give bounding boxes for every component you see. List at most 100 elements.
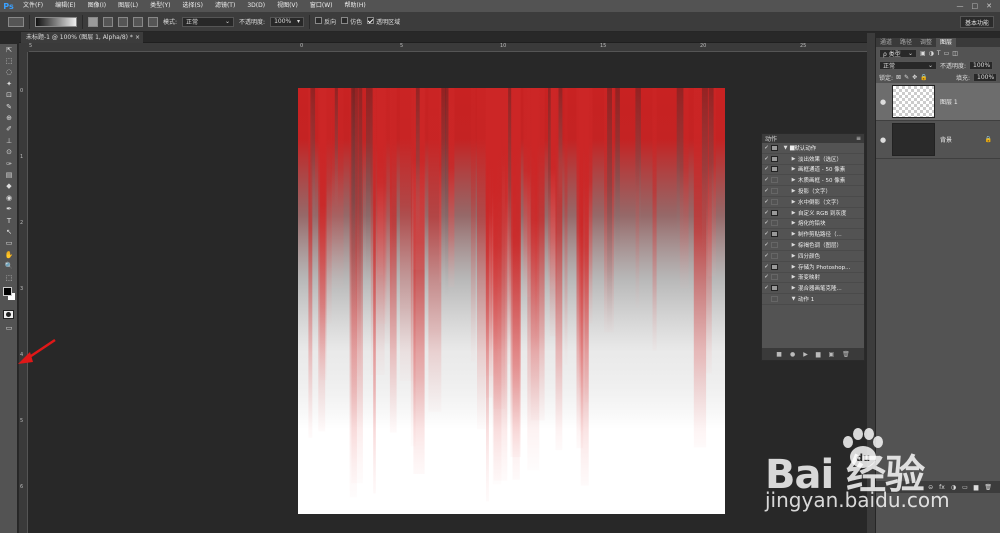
expand-triangle-icon[interactable]: ▶ <box>789 177 798 183</box>
expand-triangle-icon[interactable]: ▶ <box>789 199 798 205</box>
action-row[interactable]: ✓ ▶ 水中倒影（文字） <box>762 197 864 208</box>
tab-0[interactable]: 通道 <box>876 38 896 47</box>
tool-button-6[interactable]: ⊕ <box>0 112 18 123</box>
menu-item-0[interactable]: 文件(F) <box>17 0 49 12</box>
gradient-preview[interactable] <box>35 16 77 27</box>
workspace-button[interactable]: 基本功能 <box>959 16 994 28</box>
action-dialog-toggle[interactable] <box>771 285 778 292</box>
action-row[interactable]: ✓ ▶ 木质画框 - 50 像素 <box>762 175 864 187</box>
action-row[interactable]: ✓ ▼ ▆ 默认动作 <box>762 143 864 154</box>
action-toggle-checkbox[interactable]: ✓ <box>762 242 771 248</box>
action-dialog-toggle[interactable] <box>771 274 778 281</box>
action-dialog-toggle[interactable] <box>771 242 778 249</box>
tool-button-4[interactable]: ⊡ <box>0 90 18 101</box>
tool-button-3[interactable]: ✦ <box>0 78 18 89</box>
eye-icon[interactable]: ● <box>876 98 890 106</box>
foreground-color[interactable] <box>3 287 12 297</box>
menu-item-5[interactable]: 选择(S) <box>176 0 209 12</box>
menu-item-9[interactable]: 窗口(W) <box>304 0 339 12</box>
action-row[interactable]: ✓ ▶ 淡出效果（选区） <box>762 154 864 165</box>
expand-triangle-icon[interactable]: ▶ <box>789 220 798 226</box>
action-toggle-checkbox[interactable]: ✓ <box>762 231 771 237</box>
action-toggle-checkbox[interactable]: ✓ <box>762 199 771 205</box>
tab-3[interactable]: 图层 <box>936 38 957 47</box>
action-row[interactable]: ✓ ▶ 四分颜色 <box>762 251 864 262</box>
action-row[interactable]: ✓ ▶ 棕褐色调（图层） <box>762 240 864 251</box>
action-dialog-toggle[interactable] <box>771 166 778 173</box>
action-row[interactable]: ✓ ▶ 混合器画笔克隆... <box>762 283 864 295</box>
layer-opacity-field[interactable]: 100% <box>969 60 994 70</box>
menu-item-3[interactable]: 图层(L) <box>112 0 144 12</box>
layer-name[interactable]: 背景 <box>940 135 952 144</box>
tool-button-1[interactable]: ⬚ <box>0 55 18 66</box>
expand-triangle-icon[interactable]: ▶ <box>789 264 798 270</box>
eye-icon[interactable]: ● <box>876 136 890 144</box>
lock-paint-icon[interactable]: ✎ <box>904 74 909 81</box>
layer-row[interactable]: ● 图层 1 <box>876 83 1000 121</box>
dither-option[interactable]: 仿色 <box>341 17 362 26</box>
delete-icon[interactable]: 🗑 <box>842 351 850 358</box>
tool-button-8[interactable]: ⊥ <box>0 135 18 146</box>
transparency-checkbox[interactable] <box>367 17 375 24</box>
filter-pixel-icon[interactable]: ▣ <box>920 50 926 57</box>
maximize-button[interactable]: □ <box>972 2 979 10</box>
action-row[interactable]: ✓ ▶ 熔化的铅块 <box>762 219 864 230</box>
menu-item-7[interactable]: 3D(D) <box>241 0 271 12</box>
tool-preset-button[interactable] <box>8 16 24 27</box>
tool-button-10[interactable]: ✑ <box>0 158 18 169</box>
action-toggle-checkbox[interactable]: ✓ <box>762 274 771 280</box>
expand-triangle-icon[interactable]: ▶ <box>789 231 798 237</box>
minimize-button[interactable]: — <box>957 2 964 10</box>
action-dialog-toggle[interactable] <box>771 155 778 162</box>
action-row[interactable]: ✓ ▶ 投影（文字） <box>762 186 864 197</box>
expand-triangle-icon[interactable]: ▼ <box>789 296 798 302</box>
tool-button-19[interactable]: 🔍 <box>0 260 18 271</box>
document-canvas[interactable] <box>298 88 725 514</box>
layer-filter-select[interactable]: ρ 类型 ⌄ <box>879 48 917 58</box>
action-toggle-checkbox[interactable]: ✓ <box>762 220 771 226</box>
tool-button-20[interactable]: ⬚ <box>0 272 18 283</box>
action-toggle-checkbox[interactable]: ✓ <box>762 285 771 291</box>
document-tab[interactable]: 未标题-1 @ 100% (图层 1, Alpha/8) * × <box>21 32 143 43</box>
action-dialog-toggle[interactable] <box>771 188 778 195</box>
menu-item-8[interactable]: 视图(V) <box>271 0 304 12</box>
action-dialog-toggle[interactable] <box>771 209 778 216</box>
linear-gradient-button[interactable] <box>88 16 98 27</box>
reverse-checkbox[interactable] <box>315 17 323 24</box>
lock-all-icon[interactable]: 🔒 <box>920 74 927 81</box>
menu-item-2[interactable]: 图像(I) <box>82 0 112 12</box>
expand-triangle-icon[interactable]: ▶ <box>789 285 798 291</box>
angle-gradient-button[interactable] <box>118 16 128 27</box>
screen-mode-button[interactable]: ▭ <box>0 322 18 333</box>
action-toggle-checkbox[interactable]: ✓ <box>762 145 771 151</box>
opacity-field[interactable]: 100% ▾ <box>270 16 305 27</box>
quick-mask-button[interactable] <box>3 310 14 320</box>
tool-button-11[interactable]: ▤ <box>0 169 18 180</box>
expand-triangle-icon[interactable]: ▶ <box>789 156 798 162</box>
action-row[interactable]: ✓ ▶ 自定义 RGB 到灰度 <box>762 208 864 219</box>
expand-triangle-icon[interactable]: ▶ <box>789 242 798 248</box>
lock-move-icon[interactable]: ✥ <box>912 74 917 81</box>
tool-button-18[interactable]: ✋ <box>0 249 18 260</box>
radial-gradient-button[interactable] <box>103 16 113 27</box>
action-dialog-toggle[interactable] <box>771 220 778 227</box>
lock-transparent-icon[interactable]: ⊠ <box>896 74 901 81</box>
expand-triangle-icon[interactable]: ▶ <box>789 210 798 216</box>
tool-button-17[interactable]: ▭ <box>0 238 18 249</box>
action-row[interactable]: ▼ 动作 1 <box>762 294 864 305</box>
stop-icon[interactable]: ■ <box>776 351 782 358</box>
record-icon[interactable]: ● <box>790 351 795 358</box>
action-row[interactable]: ✓ ▶ 画框通道 - 50 像素 <box>762 165 864 176</box>
action-row[interactable]: ✓ ▶ 制作剪贴路径（... <box>762 229 864 241</box>
dither-checkbox[interactable] <box>341 17 349 24</box>
expand-triangle-icon[interactable]: ▶ <box>789 188 798 194</box>
tool-button-2[interactable]: ◌ <box>0 67 18 78</box>
menu-item-10[interactable]: 帮助(H) <box>339 0 372 12</box>
tool-button-9[interactable]: ⊙ <box>0 147 18 158</box>
tab-1[interactable]: 路径 <box>896 38 916 47</box>
reflected-gradient-button[interactable] <box>133 16 143 27</box>
expand-triangle-icon[interactable]: ▼ <box>781 145 790 151</box>
layer-name[interactable]: 图层 1 <box>940 97 958 106</box>
action-toggle-checkbox[interactable]: ✓ <box>762 166 771 172</box>
expand-triangle-icon[interactable]: ▶ <box>789 274 798 280</box>
